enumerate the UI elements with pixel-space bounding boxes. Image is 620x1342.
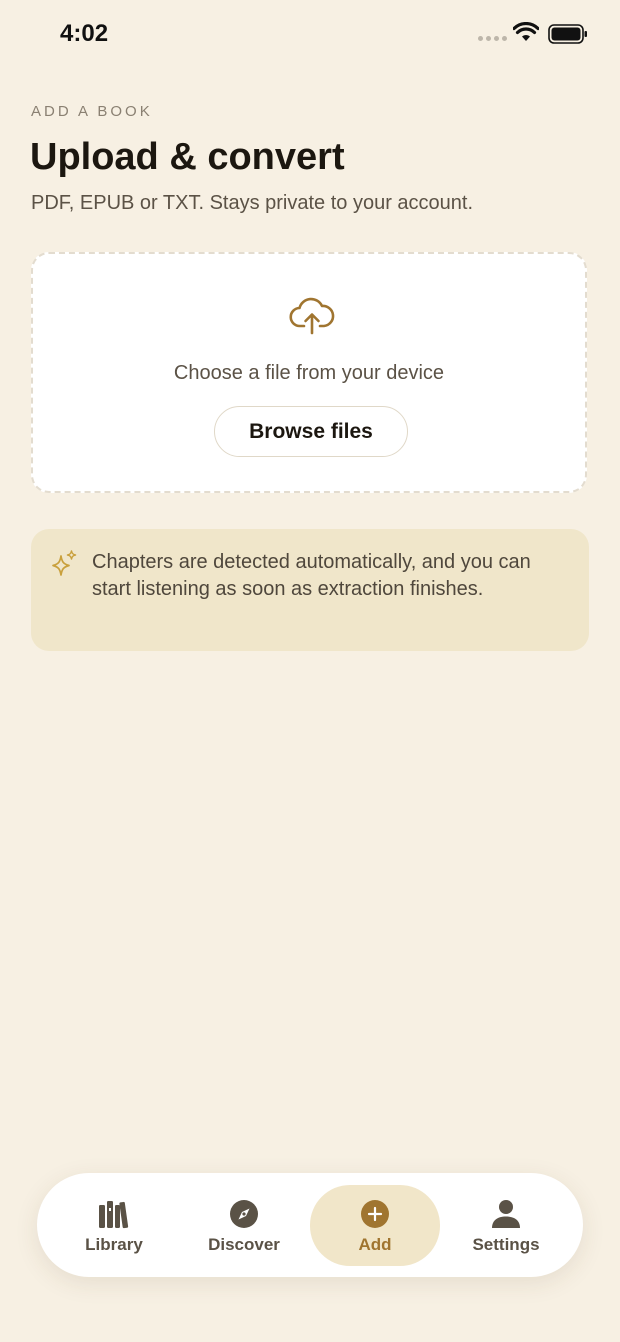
compass-icon (230, 1200, 258, 1228)
page-subtitle: PDF, EPUB or TXT. Stays private to your … (31, 192, 474, 214)
sparkle-icon (52, 550, 77, 576)
bottom-tab-bar: Library Discover Add Settings (37, 1173, 583, 1277)
cellular-signal-icon (478, 36, 507, 41)
status-bar: 4:02 (0, 0, 620, 70)
section-eyebrow: ADD A BOOK (31, 103, 153, 120)
upload-dropzone[interactable]: Choose a file from your device Browse fi… (31, 252, 587, 493)
tab-add[interactable]: Add (310, 1185, 440, 1266)
tab-label: Add (358, 1235, 392, 1254)
tab-settings[interactable]: Settings (441, 1185, 571, 1266)
battery-icon (548, 24, 587, 44)
library-icon (99, 1201, 129, 1229)
info-banner: Chapters are detected automatically, and… (31, 529, 589, 651)
upload-prompt: Choose a file from your device (173, 362, 445, 384)
person-icon (492, 1200, 520, 1228)
tab-discover[interactable]: Discover (179, 1185, 309, 1266)
tab-label: Settings (472, 1235, 540, 1254)
browse-files-button[interactable]: Browse files (214, 406, 408, 457)
tab-library[interactable]: Library (49, 1185, 179, 1266)
status-time: 4:02 (60, 20, 109, 47)
tab-label: Library (85, 1235, 143, 1254)
plus-circle-icon (361, 1200, 389, 1228)
wifi-icon (513, 22, 539, 41)
tab-label: Discover (208, 1235, 280, 1254)
cloud-upload-icon (289, 297, 335, 335)
info-text: Chapters are detected automatically, and… (92, 551, 531, 600)
page-title: Upload & convert (30, 136, 345, 178)
